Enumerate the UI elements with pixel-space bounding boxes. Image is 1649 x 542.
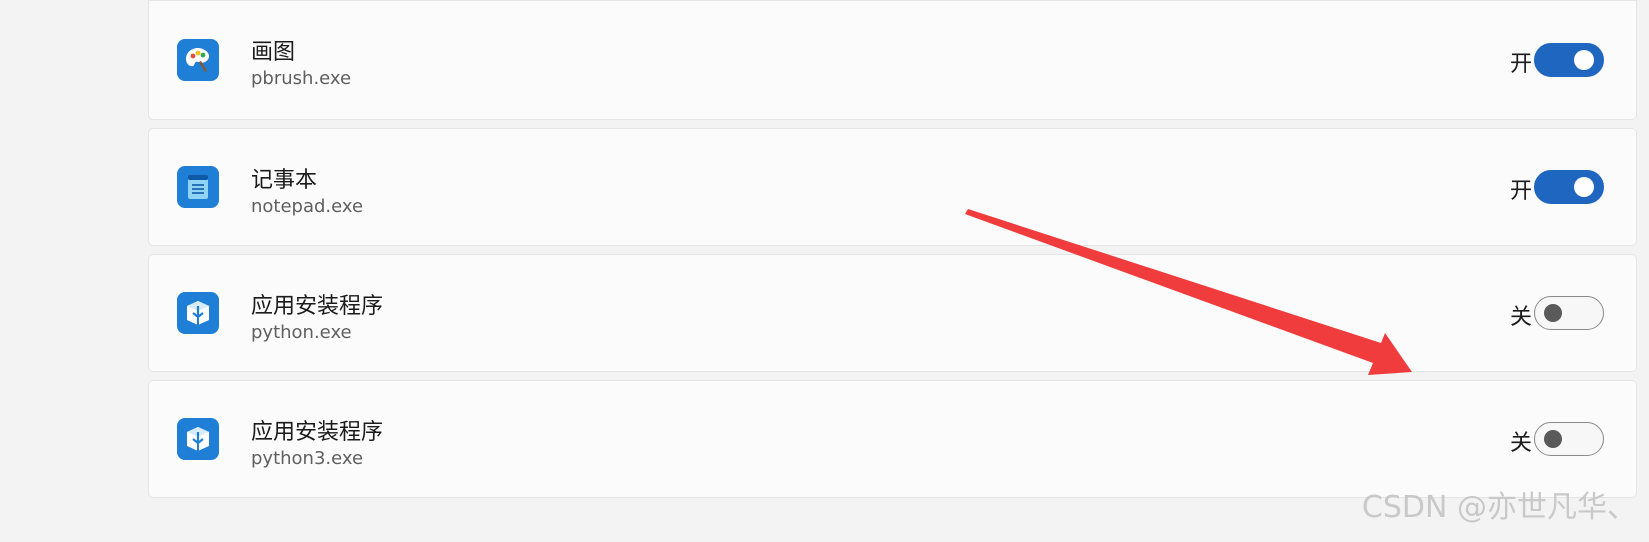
app-exe: pbrush.exe [251,68,352,89]
toggle-knob [1574,177,1594,197]
app-name: 应用安装程序 [251,420,384,445]
enable-toggle[interactable] [1534,422,1604,456]
app-list: 画图 pbrush.exe 开 记事本 notepad.exe 开 应用安装程序… [148,0,1637,506]
toggle-state-label: 开 [1509,52,1532,77]
app-row-python: 应用安装程序 python.exe 关 [148,254,1637,372]
toggle-knob [1544,304,1562,322]
app-installer-icon [177,292,219,334]
app-exe: python3.exe [251,448,364,469]
toggle-state-label: 关 [1509,431,1532,456]
app-row-python3: 应用安装程序 python3.exe 关 [148,380,1637,498]
watermark: CSDN @亦世凡华、 [1361,490,1637,525]
enable-toggle[interactable] [1534,296,1604,330]
toggle-state-label: 开 [1509,179,1532,204]
toggle-knob [1574,50,1594,70]
app-exe: notepad.exe [251,196,364,217]
enable-toggle[interactable] [1534,43,1604,77]
app-name: 应用安装程序 [251,294,384,319]
app-row-pbrush: 画图 pbrush.exe 开 [148,0,1637,120]
notepad-icon [177,166,219,208]
enable-toggle[interactable] [1534,170,1604,204]
toggle-state-label: 关 [1509,305,1532,330]
app-name: 画图 [251,40,296,65]
app-installer-icon [177,418,219,460]
toggle-knob [1544,430,1562,448]
app-name: 记事本 [251,168,318,193]
paint-icon [177,39,219,81]
app-row-notepad: 记事本 notepad.exe 开 [148,128,1637,246]
app-exe: python.exe [251,322,352,343]
